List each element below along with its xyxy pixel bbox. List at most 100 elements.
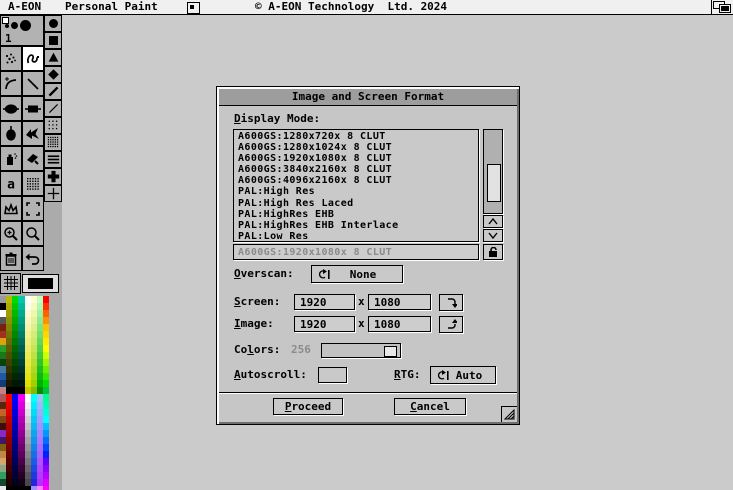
dialog-title[interactable]: Image and Screen Format	[219, 89, 517, 106]
mode-list-item[interactable]: PAL:HighRes EHB	[238, 209, 478, 220]
palette-swatch[interactable]	[43, 402, 49, 409]
palette-swatch[interactable]	[43, 465, 49, 472]
diag-thick-tool[interactable]	[44, 83, 62, 100]
screen-depth-icon[interactable]	[713, 1, 731, 13]
plus-thin-tool[interactable]	[44, 185, 62, 202]
mode-name-field[interactable]: A600GS:1920x1080x 8 CLUT	[233, 244, 479, 260]
palette-swatch[interactable]	[43, 458, 49, 465]
display-mode-list[interactable]: A600GS:1280x720x 8 CLUTA600GS:1280x1024x…	[233, 129, 479, 242]
scrollbar-track[interactable]	[483, 129, 503, 214]
zoom-in-tool[interactable]	[0, 221, 22, 246]
palette-swatch[interactable]	[43, 345, 49, 352]
palette-swatch[interactable]	[43, 380, 49, 387]
mode-list-item[interactable]: PAL:High Res Laced	[238, 198, 478, 209]
palette-swatch[interactable]	[43, 317, 49, 324]
curve-tool[interactable]	[0, 71, 22, 96]
mode-list-item[interactable]: A600GS:3840x2160x 8 CLUT	[238, 164, 478, 175]
text-tool[interactable]: a	[0, 171, 22, 196]
diag-thin-tool[interactable]	[44, 100, 62, 117]
spray-tool[interactable]	[0, 146, 22, 171]
mode-list-item[interactable]: A600GS:4096x2160x 8 CLUT	[238, 175, 478, 186]
palette-swatch[interactable]	[43, 416, 49, 423]
palette-swatch[interactable]	[43, 324, 49, 331]
freehand-tool[interactable]	[22, 46, 44, 71]
color-palette	[0, 296, 49, 490]
ellipse-fill-tool[interactable]	[0, 96, 22, 121]
autoscroll-checkbox[interactable]	[318, 367, 347, 383]
scrollbar-thumb[interactable]	[487, 164, 501, 202]
colors-slider-thumb[interactable]	[384, 346, 397, 357]
palette-swatch[interactable]	[43, 472, 49, 479]
resize-icon[interactable]	[501, 406, 517, 422]
line-tool[interactable]	[22, 71, 44, 96]
brush-size-selector[interactable]: 1	[0, 15, 44, 46]
mode-list-item[interactable]: PAL:High Res	[238, 186, 478, 197]
oval-fill-tool[interactable]	[0, 121, 22, 146]
rect-fill-tool[interactable]	[22, 96, 44, 121]
fill-tool[interactable]	[22, 146, 44, 171]
mode-list-item[interactable]: A600GS:1920x1080x 8 CLUT	[238, 153, 478, 164]
palette-swatch[interactable]	[43, 352, 49, 359]
palette-swatch[interactable]	[43, 430, 49, 437]
scroll-up-icon[interactable]	[483, 215, 503, 228]
circle-tool[interactable]	[44, 15, 62, 32]
palette-swatch[interactable]	[43, 479, 49, 486]
image-height-field[interactable]: 1080	[368, 316, 431, 332]
mode-list-item[interactable]: A600GS:1280x720x 8 CLUT	[238, 131, 478, 142]
palette-swatch[interactable]	[43, 486, 49, 490]
trash-tool[interactable]	[0, 246, 22, 271]
palette-swatch[interactable]	[43, 373, 49, 380]
palette-swatch[interactable]	[43, 331, 49, 338]
overscan-cycle[interactable]: None	[311, 265, 403, 283]
cross-thick-tool[interactable]	[44, 168, 62, 185]
palette-swatch[interactable]	[43, 451, 49, 458]
palette-swatch[interactable]	[43, 409, 49, 416]
copy-down-icon[interactable]	[439, 294, 463, 311]
mode-list-item[interactable]: PAL:Low Res	[238, 231, 478, 242]
palette-swatch[interactable]	[43, 310, 49, 317]
hlines-tool[interactable]	[44, 151, 62, 168]
dots-sparse-tool[interactable]	[44, 117, 62, 134]
triangle-tool[interactable]	[44, 49, 62, 66]
mode-list-item[interactable]: A600GS:1280x1024x 8 CLUT	[238, 142, 478, 153]
magnify-tool[interactable]	[22, 221, 44, 246]
overscan-value: None	[330, 268, 402, 281]
palette-swatch[interactable]	[43, 394, 49, 401]
airbrush-tool[interactable]	[0, 46, 22, 71]
polygon-fill-icon	[25, 126, 41, 142]
copy-up-icon[interactable]	[439, 316, 463, 333]
pattern-grid-icon[interactable]	[0, 273, 21, 294]
square-tool[interactable]	[44, 32, 62, 49]
mode-list-item[interactable]: PAL:HighRes EHB Interlace	[238, 220, 478, 231]
oval-fill-icon	[3, 126, 19, 142]
polygon-fill-tool[interactable]	[22, 121, 44, 146]
cancel-button[interactable]: Cancel	[394, 398, 466, 415]
palette-swatch[interactable]	[43, 387, 49, 394]
image-times-label: x	[358, 316, 365, 332]
palette-swatch[interactable]	[43, 359, 49, 366]
rtg-cycle[interactable]: Auto	[430, 366, 496, 384]
undo-tool[interactable]	[22, 246, 44, 271]
gradient-tool[interactable]	[22, 171, 44, 196]
palette-swatch[interactable]	[43, 296, 49, 303]
curve-icon	[3, 76, 19, 92]
palette-swatch[interactable]	[43, 444, 49, 451]
brush-crown-tool[interactable]	[0, 196, 22, 221]
dots-dense-tool[interactable]	[44, 134, 62, 151]
menu-aeon[interactable]: A-EON	[8, 0, 41, 14]
screen-height-field[interactable]: 1080	[368, 294, 431, 310]
screen-width-field[interactable]: 1920	[294, 294, 355, 310]
palette-swatch[interactable]	[43, 366, 49, 373]
palette-swatch[interactable]	[43, 437, 49, 444]
colors-slider[interactable]	[321, 343, 401, 358]
palette-swatch[interactable]	[43, 338, 49, 345]
palette-swatch[interactable]	[43, 423, 49, 430]
scroll-down-icon[interactable]	[483, 229, 503, 242]
image-width-field[interactable]: 1920	[294, 316, 355, 332]
proceed-button[interactable]: Proceed	[273, 398, 343, 415]
select-rect-tool[interactable]	[22, 196, 44, 221]
diamond-tool[interactable]	[44, 66, 62, 83]
current-color-indicator[interactable]	[22, 274, 59, 293]
lock-icon[interactable]	[483, 244, 503, 260]
palette-swatch[interactable]	[43, 303, 49, 310]
